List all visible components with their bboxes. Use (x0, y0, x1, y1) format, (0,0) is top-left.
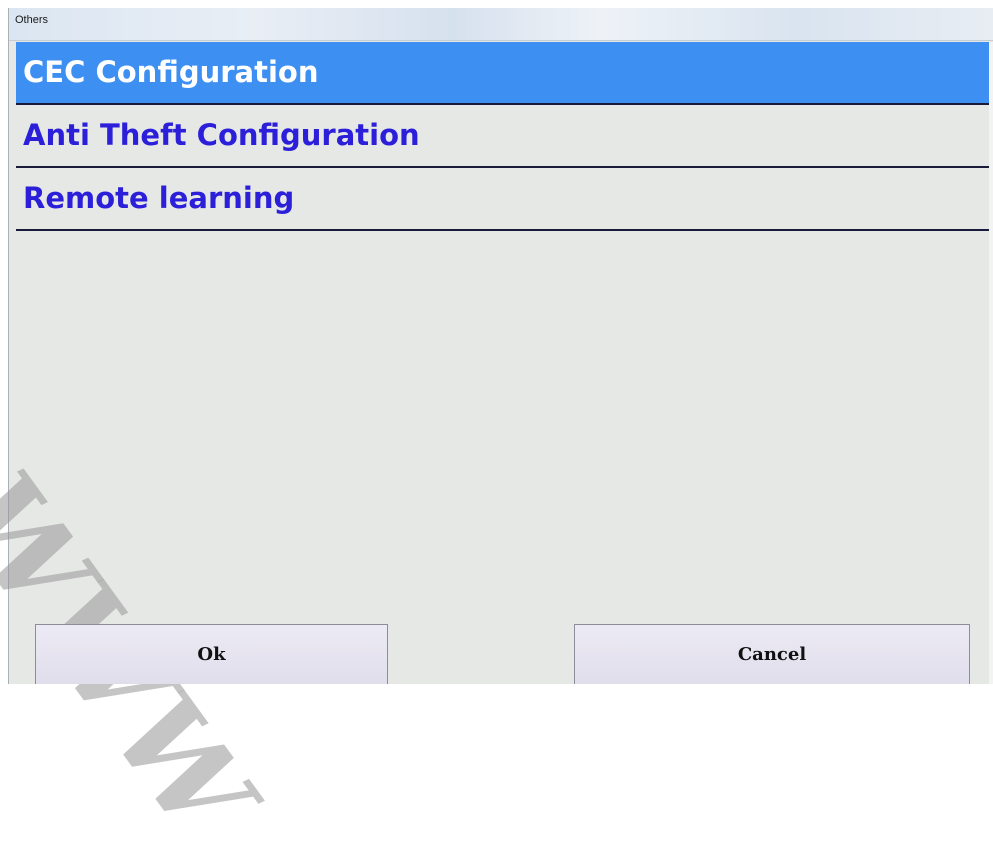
dialog-window: Others CEC Configuration Anti Theft Conf… (0, 8, 993, 863)
cancel-button-label: Cancel (737, 644, 807, 665)
menu-item-cec-configuration[interactable]: CEC Configuration (16, 42, 993, 105)
menu-item-remote-learning[interactable]: Remote learning (16, 168, 993, 231)
menu-list: CEC Configuration Anti Theft Configurati… (16, 42, 993, 231)
title-bar[interactable]: Others (9, 8, 993, 41)
cancel-button[interactable]: Cancel (574, 624, 970, 684)
menu-item-anti-theft-configuration[interactable]: Anti Theft Configuration (16, 105, 993, 168)
window-title: Others (15, 14, 49, 26)
ok-button[interactable]: Ok (35, 624, 388, 684)
ok-button-label: Ok (197, 644, 226, 665)
window-right-edge (989, 42, 993, 684)
